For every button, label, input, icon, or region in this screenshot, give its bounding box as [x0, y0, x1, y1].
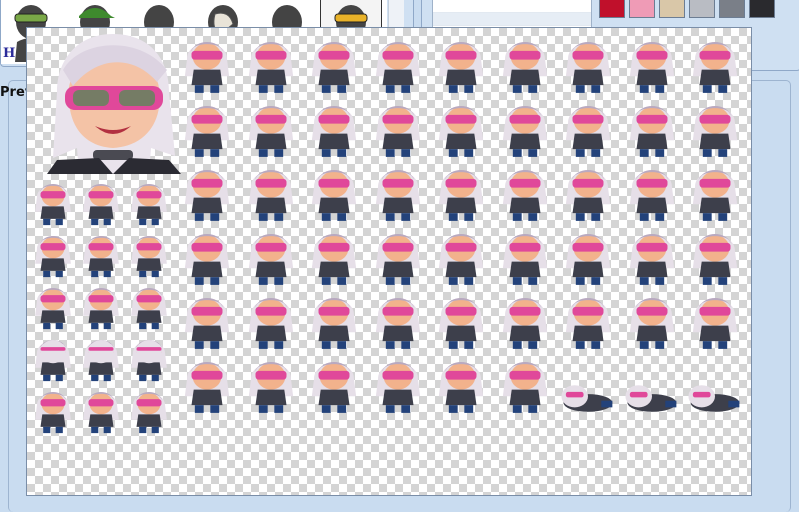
color-swatch[interactable]	[689, 0, 715, 18]
character-sprite	[311, 41, 357, 93]
character-sprite	[248, 233, 293, 285]
color-row[interactable]	[433, 13, 591, 26]
character-sprite	[83, 184, 119, 226]
character-sprite	[131, 340, 167, 382]
character-sprite	[35, 184, 71, 226]
color-swatch[interactable]	[749, 0, 775, 18]
character-sprite	[624, 385, 676, 412]
color-swatch[interactable]	[629, 0, 655, 18]
character-sprite	[438, 169, 484, 221]
character-sprite	[565, 233, 611, 285]
character-sprite	[311, 361, 357, 413]
character-sprite	[35, 236, 71, 278]
character-sprite	[248, 105, 293, 157]
character-sprite	[375, 41, 420, 93]
character-sprite	[375, 233, 420, 285]
character-sprite	[83, 236, 119, 278]
color-row[interactable]	[433, 0, 591, 13]
character-sprite	[311, 233, 357, 285]
character-sprite	[35, 340, 71, 382]
character-sprite	[692, 105, 738, 157]
part-label: H	[3, 46, 16, 61]
character-sprite	[502, 41, 547, 93]
character-sprite	[629, 41, 674, 93]
character-sprite	[502, 233, 547, 285]
character-sprite	[692, 233, 738, 285]
character-sprite	[502, 105, 547, 157]
face-portrait	[47, 34, 181, 174]
character-sprite	[35, 288, 71, 330]
character-sprite	[692, 41, 738, 93]
character-sprite	[83, 392, 119, 434]
character-sprite	[688, 385, 740, 412]
color-swatch[interactable]	[719, 0, 745, 18]
character-sprite	[502, 297, 547, 349]
character-sprite	[248, 169, 293, 221]
character-sprite	[565, 297, 611, 349]
character-sprite	[375, 297, 420, 349]
character-sprite	[565, 41, 611, 93]
character-sprite	[35, 392, 71, 434]
character-sprite	[131, 288, 167, 330]
character-sprite	[629, 233, 674, 285]
character-sprite	[438, 233, 484, 285]
character-sprite	[375, 105, 420, 157]
character-sprite	[438, 361, 484, 413]
character-sprite	[184, 105, 230, 157]
character-sprite	[438, 297, 484, 349]
character-sprite	[565, 169, 611, 221]
character-sprite	[561, 385, 613, 412]
character-sprite	[131, 236, 167, 278]
character-sprite	[502, 169, 547, 221]
color-swatch[interactable]	[659, 0, 685, 18]
character-sprite	[375, 361, 420, 413]
color-swatch[interactable]	[599, 0, 625, 18]
character-sprite	[131, 184, 167, 226]
character-sprite	[83, 340, 119, 382]
character-sprite	[375, 169, 420, 221]
character-sprite	[248, 297, 293, 349]
character-sprite	[629, 297, 674, 349]
character-sprite	[184, 297, 230, 349]
character-sprite	[248, 361, 293, 413]
preview-canvas	[26, 27, 752, 496]
character-sprite	[184, 233, 230, 285]
character-sprite	[248, 41, 293, 93]
character-sprite	[83, 288, 119, 330]
character-sprite	[629, 105, 674, 157]
character-sprite	[692, 169, 738, 221]
character-sprite	[311, 169, 357, 221]
character-sprite	[184, 361, 230, 413]
character-sprite	[692, 297, 738, 349]
character-sprite	[438, 41, 484, 93]
character-sprite	[311, 105, 357, 157]
character-sprite	[131, 392, 167, 434]
character-sprite	[438, 105, 484, 157]
character-sprite	[629, 169, 674, 221]
character-sprite	[565, 105, 611, 157]
character-sprite	[502, 361, 547, 413]
character-sprite	[184, 169, 230, 221]
character-sprite	[184, 41, 230, 93]
character-sprite	[311, 297, 357, 349]
